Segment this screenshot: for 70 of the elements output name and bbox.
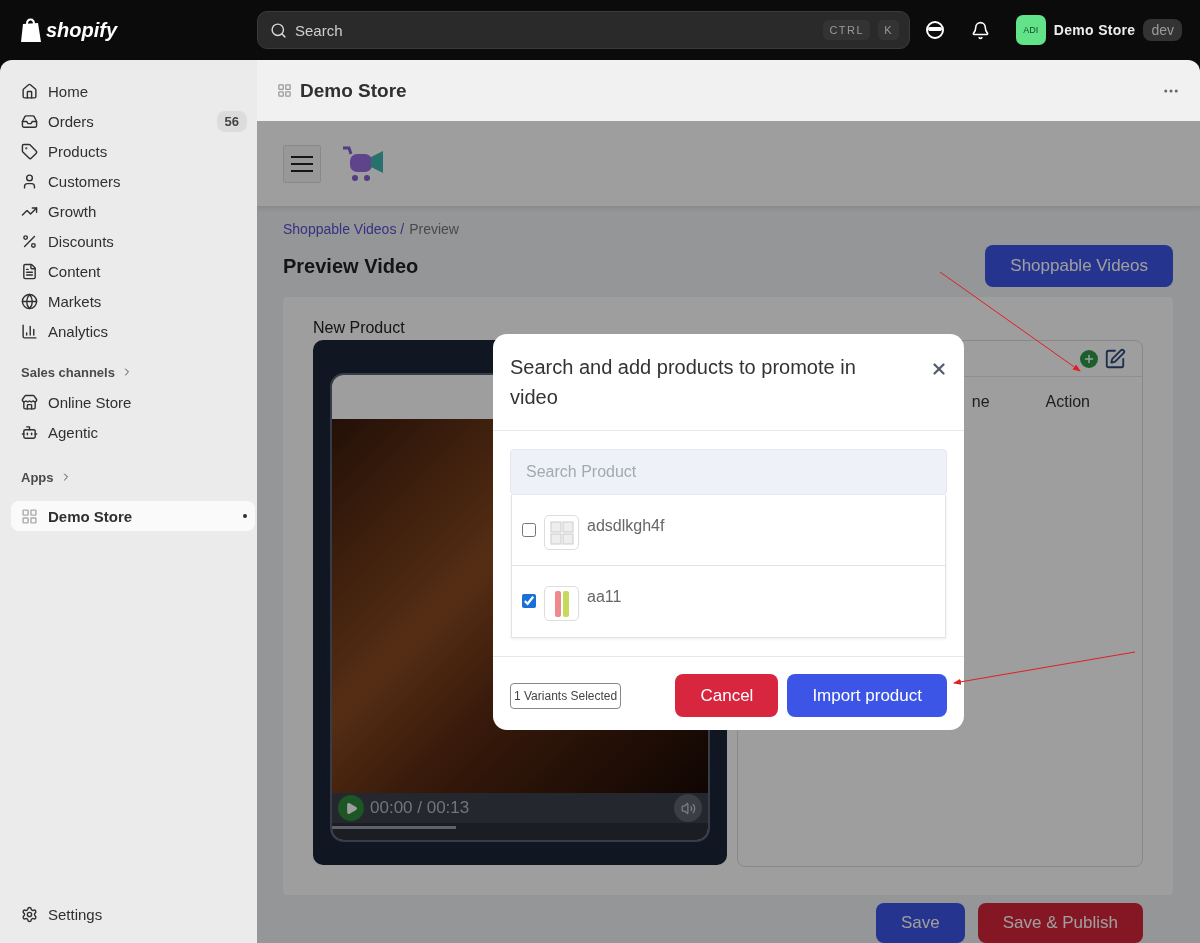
sidebar-item[interactable]: Home <box>11 76 255 106</box>
action-button[interactable]: Save <box>875 903 965 943</box>
brand-logo: shopify <box>46 18 118 42</box>
video-time: 00:00 / 00:13 <box>370 798 471 819</box>
home-icon <box>21 82 38 100</box>
breadcrumb-link[interactable]: Shoppable Videos / <box>283 221 405 237</box>
column-header: ne <box>971 393 990 411</box>
sidebar-item[interactable]: Orders 56 <box>11 106 255 136</box>
sidebar-item[interactable]: Products <box>11 136 255 166</box>
shopping-bag-logo-icon <box>20 17 42 43</box>
tag-icon <box>21 142 38 160</box>
store-avatar[interactable]: ADI <box>1015 15 1046 45</box>
sidebar-item[interactable]: Online Store <box>11 387 255 417</box>
robot-icon <box>21 423 38 441</box>
sidebar-item[interactable]: Agentic <box>11 417 255 447</box>
notifications-icon <box>971 20 991 40</box>
bar-chart-icon <box>21 322 38 340</box>
sidebar-item[interactable]: Demo Store <box>11 501 255 531</box>
action-button[interactable]: Save & Publish <box>977 903 1143 943</box>
add-icon[interactable] <box>1080 349 1098 368</box>
play-icon <box>344 801 358 815</box>
product-name: adsdlkgh4f <box>587 517 665 535</box>
search-icon <box>270 21 287 39</box>
percent-icon <box>21 232 38 250</box>
section-heading[interactable]: Sales channels <box>21 364 115 380</box>
dialog-button[interactable]: Import product <box>787 674 947 717</box>
modal-title: Search and add products to promote in video <box>510 355 857 410</box>
sidebar-item[interactable]: Growth <box>11 196 255 226</box>
volume-button[interactable] <box>674 794 702 823</box>
column-header: Action <box>1045 393 1090 411</box>
page-heading: Preview Video <box>283 254 419 278</box>
sidebar-item[interactable]: Discounts <box>11 226 255 256</box>
inbox-icon <box>21 112 38 130</box>
keyboard-key: CTRL <box>823 20 871 40</box>
app-icon <box>277 83 292 98</box>
search-field[interactable]: Search CTRL K <box>257 11 910 49</box>
volume-icon <box>680 800 696 816</box>
globe-icon <box>21 292 38 310</box>
selection-count: 1 Variants Selected <box>510 682 622 709</box>
count-badge: 56 <box>216 110 247 132</box>
person-icon <box>21 172 38 190</box>
sidebar-item[interactable]: Content <box>11 256 255 286</box>
document-icon <box>21 262 38 280</box>
menu-icon <box>291 155 313 172</box>
keyboard-key: K <box>878 20 899 40</box>
sidebar-item[interactable]: Customers <box>11 166 255 196</box>
search-placeholder: Search <box>295 21 344 39</box>
product-checkbox[interactable] <box>522 594 536 608</box>
play-button[interactable] <box>338 795 364 822</box>
dev-badge: dev <box>1143 19 1182 41</box>
sidebar-item[interactable]: Analytics <box>11 316 255 346</box>
section-heading[interactable]: Apps <box>21 469 54 485</box>
settings-link[interactable]: Settings <box>11 899 255 929</box>
progress-track[interactable] <box>332 823 708 840</box>
app-grid-icon <box>21 507 38 525</box>
settings-icon <box>21 905 38 923</box>
sidebar-item[interactable]: Markets <box>11 286 255 316</box>
status-dot-icon <box>243 514 247 518</box>
dialog-button[interactable]: Cancel <box>675 674 779 717</box>
product-name: aa11 <box>587 588 622 606</box>
page-title: Demo Store <box>300 79 408 102</box>
product-checkbox[interactable] <box>522 523 536 537</box>
menu-button[interactable] <box>283 144 321 183</box>
store-name[interactable]: Demo Store <box>1053 22 1136 38</box>
section-label: New Product <box>313 319 406 337</box>
shoppable-videos-button[interactable]: Shoppable Videos <box>985 245 1173 287</box>
edit-icon[interactable] <box>1104 347 1126 370</box>
breadcrumb-current: Preview <box>409 221 459 237</box>
search-field[interactable]: Search Product <box>510 449 947 495</box>
storefront-icon <box>21 393 38 411</box>
